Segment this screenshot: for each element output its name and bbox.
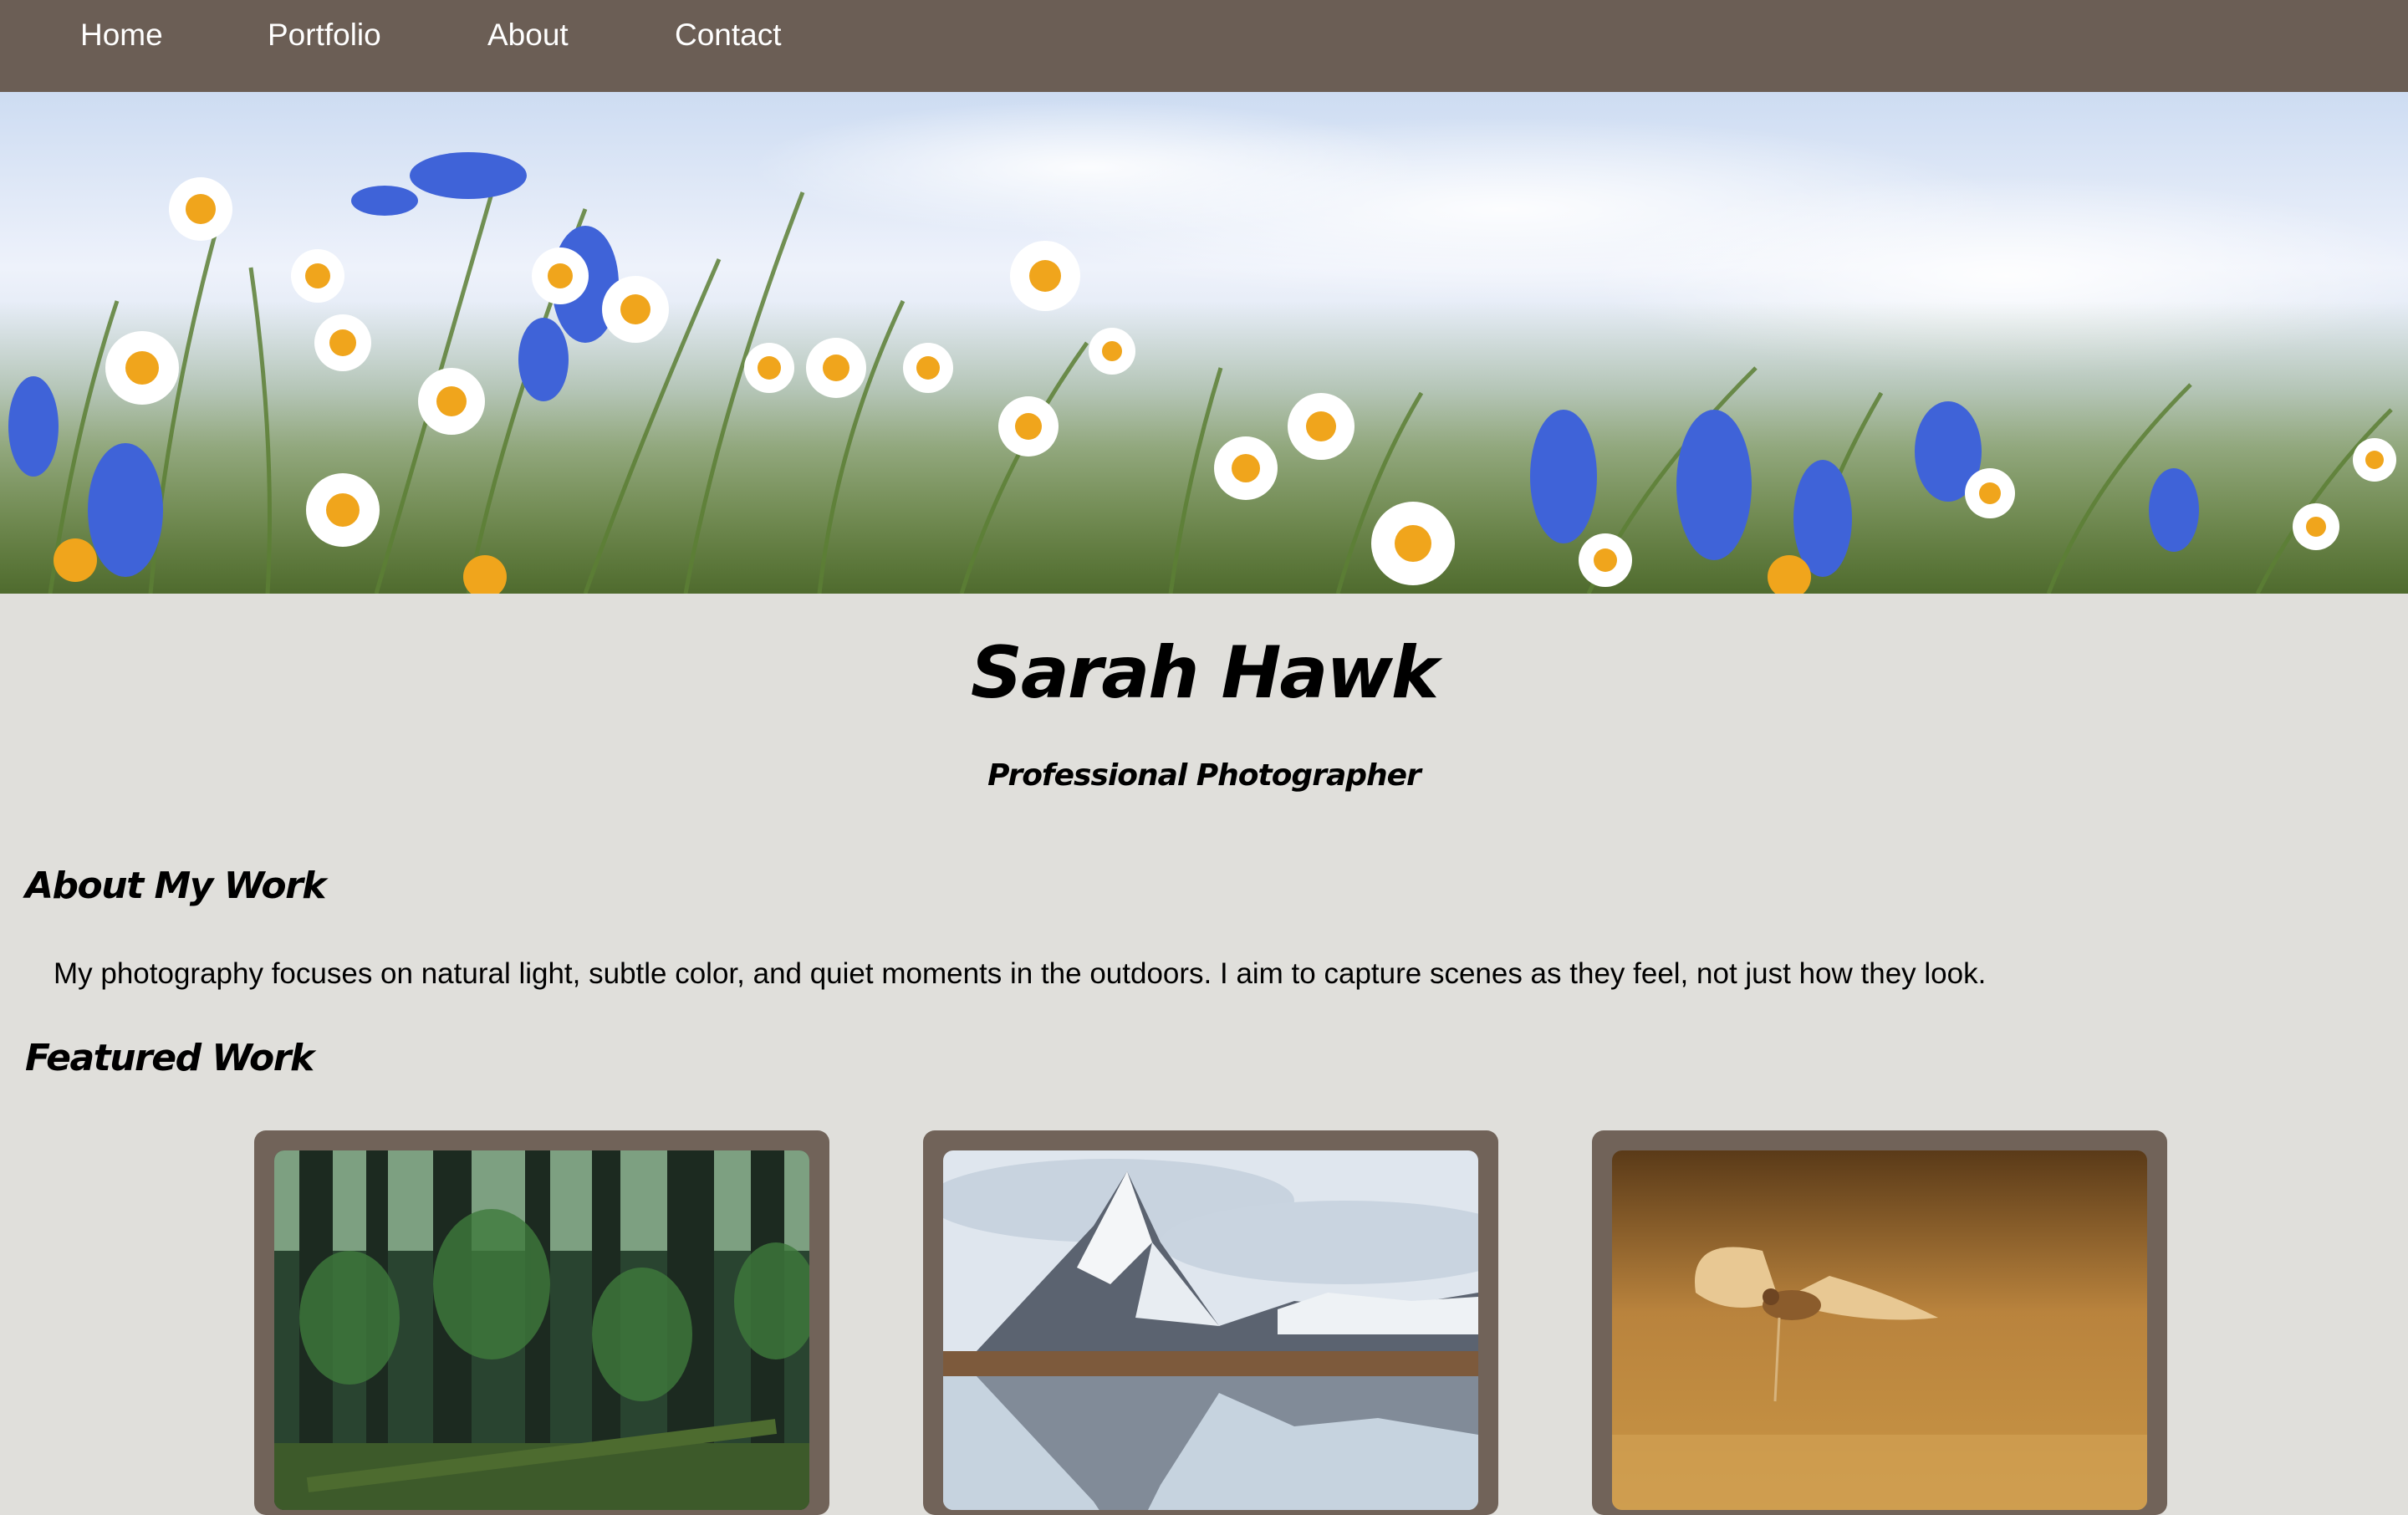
mountain-lake-photo bbox=[943, 1150, 1478, 1510]
featured-heading: Featured Work bbox=[25, 1037, 314, 1079]
featured-photo-card-forest[interactable] bbox=[254, 1130, 829, 1515]
nav-contact-link[interactable]: Contact bbox=[675, 17, 782, 54]
nav-home-link[interactable]: Home bbox=[80, 17, 163, 54]
featured-photo-card-mountain[interactable] bbox=[923, 1130, 1498, 1515]
about-text: My photography focuses on natural light,… bbox=[54, 957, 1987, 990]
nav-about-link[interactable]: About bbox=[487, 17, 569, 54]
site-title: Sarah Hawk bbox=[970, 631, 1439, 715]
wildflower-meadow-illustration bbox=[0, 92, 2408, 594]
bird-in-flight-photo bbox=[1612, 1150, 2147, 1510]
forest-photo bbox=[274, 1150, 809, 1510]
featured-photo-card-bird[interactable] bbox=[1592, 1130, 2167, 1515]
top-nav: Home Portfolio About Contact bbox=[0, 0, 2408, 92]
nav-portfolio-link[interactable]: Portfolio bbox=[268, 17, 381, 54]
site-subtitle: Professional Photographer bbox=[987, 758, 1421, 793]
hero-banner-image bbox=[0, 92, 2408, 594]
about-heading: About My Work bbox=[25, 865, 327, 907]
